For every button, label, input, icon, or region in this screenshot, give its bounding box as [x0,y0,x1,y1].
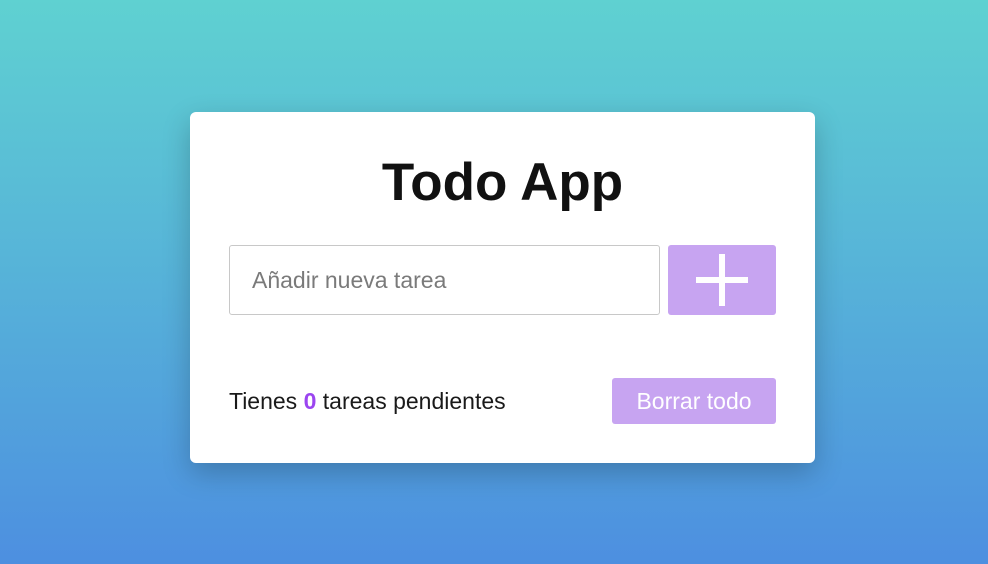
app-title: Todo App [381,153,624,212]
pending-prefix: Tienes [229,388,298,414]
new-task-input[interactable] [229,245,660,315]
pending-suffix: tareas pendientes [322,388,506,414]
todo-card: Todo App Tienes 0 tareas pendientes Borr… [190,112,815,463]
clear-all-button[interactable]: Borrar todo [612,378,776,424]
pending-tasks-text: Tienes 0 tareas pendientes [229,378,506,424]
add-task-row [229,245,776,315]
add-task-button[interactable] [668,245,776,315]
task-footer: Tienes 0 tareas pendientes Borrar todo [229,378,776,424]
pending-count: 0 [303,388,317,414]
plus-icon [696,254,748,306]
